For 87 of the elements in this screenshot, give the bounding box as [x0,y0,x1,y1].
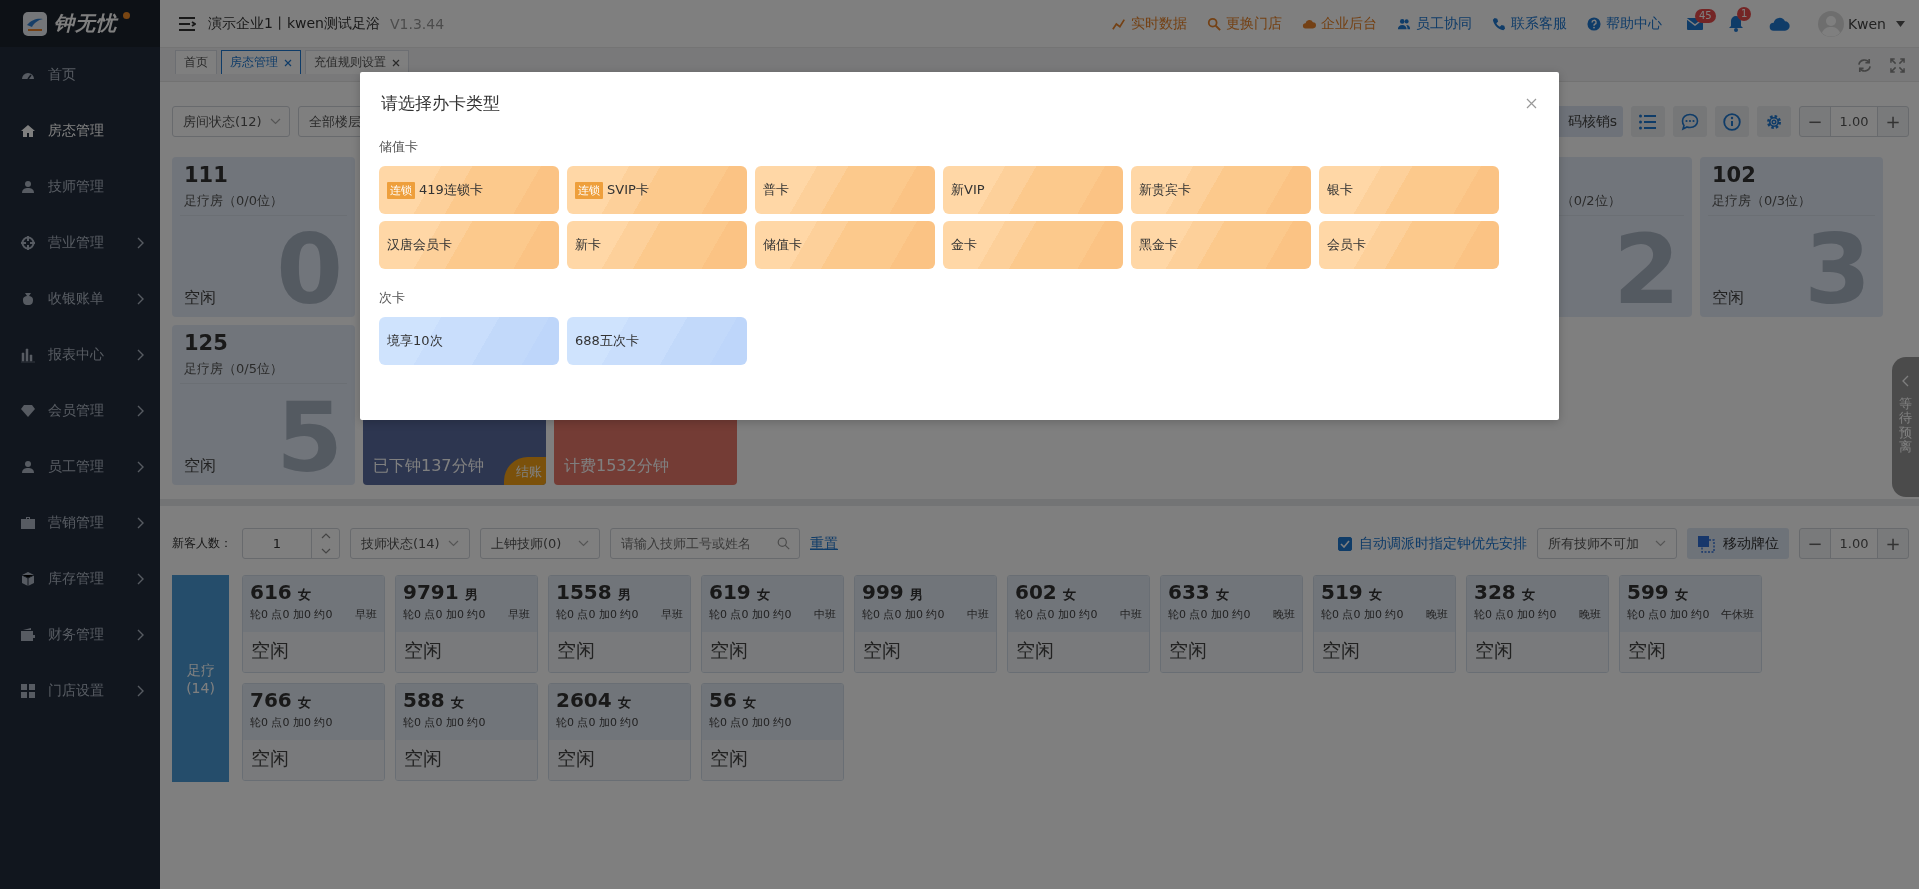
technician-status: 空闲 [1169,639,1207,661]
gender-text: 男 [617,586,631,604]
gender-text: 女 [1215,586,1229,604]
technician-stats: 轮0 点0 加0 约0 [862,607,945,622]
technician-status: 空闲 [1475,639,1513,661]
technician-number: 602 [1015,580,1057,604]
technician-stats: 轮0 点0 加0 约0 [709,715,792,730]
shift-text: 早班 [661,607,683,622]
shift-text: 早班 [508,607,530,622]
gender-text: 女 [756,586,770,604]
gender-text: 女 [297,586,311,604]
technician-number: 56 [709,688,737,712]
shift-text: 午休班 [1721,607,1754,622]
chain-tag: 连锁 [575,181,603,199]
room-type: 足疗房（0/5位） [184,360,284,378]
technician-number: 2604 [556,688,612,712]
room-number: 111 [184,163,229,189]
store-title: 演示企业1丨kwen测试足浴 [208,14,380,33]
room-type: 足疗房（0/3位） [1712,192,1812,210]
room-number: 102 [1712,163,1757,189]
section-title: 次卡 [379,290,405,305]
gender-text: 女 [1674,586,1688,604]
technician-number: 1558 [556,580,612,604]
technician-number: 616 [250,580,292,604]
section-title: 储值卡 [379,139,418,154]
technician-status: 空闲 [1016,639,1054,661]
technician-status: 空闲 [251,747,289,769]
technician-stats: 轮0 点0 加0 约0 [250,607,333,622]
technician-status: 空闲 [557,639,595,661]
room-type: 足疗房（0/0位） [184,192,284,210]
gender-text: 女 [297,694,311,712]
gender-text: 女 [742,694,756,712]
room-status: 空闲 [184,288,216,309]
technician-status: 空闲 [710,639,748,661]
technician-status: 空闲 [863,639,901,661]
technician-stats: 轮0 点0 加0 约0 [403,715,486,730]
technician-number: 588 [403,688,445,712]
technician-number: 519 [1321,580,1363,604]
guests-label: 新客人数： [172,535,232,552]
room-number: 125 [184,331,229,357]
technician-stats: 轮0 点0 加0 约0 [1321,607,1404,622]
gender-text: 女 [450,694,464,712]
technician-stats: 轮0 点0 加0 约0 [250,715,333,730]
technician-number: 633 [1168,580,1210,604]
gender-text: 女 [1368,586,1382,604]
technician-number: 619 [709,580,751,604]
shift-text: 早班 [355,607,377,622]
technician-number: 766 [250,688,292,712]
technician-status: 空闲 [557,747,595,769]
shift-text: 中班 [1120,607,1142,622]
chain-tag: 连锁 [387,181,415,199]
shift-text: 晚班 [1273,607,1295,622]
room-status: 计费1532分钟 [564,456,669,477]
technician-stats: 轮0 点0 加0 约0 [556,607,639,622]
technician-stats: 轮0 点0 加0 约0 [709,607,792,622]
technician-status: 空闲 [1628,639,1666,661]
shift-text: 中班 [814,607,836,622]
room-status: 空闲 [1712,288,1744,309]
room-status: 空闲 [184,456,216,477]
technician-status: 空闲 [404,639,442,661]
technician-number: 328 [1474,580,1516,604]
gender-text: 男 [909,586,923,604]
technician-status: 空闲 [1322,639,1360,661]
technician-number: 599 [1627,580,1669,604]
technician-number: 999 [862,580,904,604]
technician-status: 空闲 [710,747,748,769]
count-badge: 45 [1694,8,1716,23]
technician-stats: 轮0 点0 加0 约0 [1474,607,1557,622]
shift-text: 晚班 [1579,607,1601,622]
gender-text: 男 [464,586,478,604]
shift-text: 晚班 [1426,607,1448,622]
gender-text: 女 [1521,586,1535,604]
room-type: （0/2位） [1559,192,1622,210]
gender-text: 女 [617,694,631,712]
shift-text: 中班 [967,607,989,622]
technician-status: 空闲 [251,639,289,661]
technician-stats: 轮0 点0 加0 约0 [1627,607,1710,622]
technician-number: 9791 [403,580,459,604]
count-badge: 1 [1736,7,1752,21]
logo-text: 钟无忧 [54,10,117,37]
room-status: 已下钟137分钟 [373,456,484,477]
technician-stats: 轮0 点0 加0 约0 [403,607,486,622]
technician-stats: 轮0 点0 加0 约0 [1168,607,1251,622]
technician-status: 空闲 [404,747,442,769]
technician-stats: 轮0 点0 加0 约0 [1015,607,1098,622]
gender-text: 女 [1062,586,1076,604]
technician-stats: 轮0 点0 加0 约0 [556,715,639,730]
